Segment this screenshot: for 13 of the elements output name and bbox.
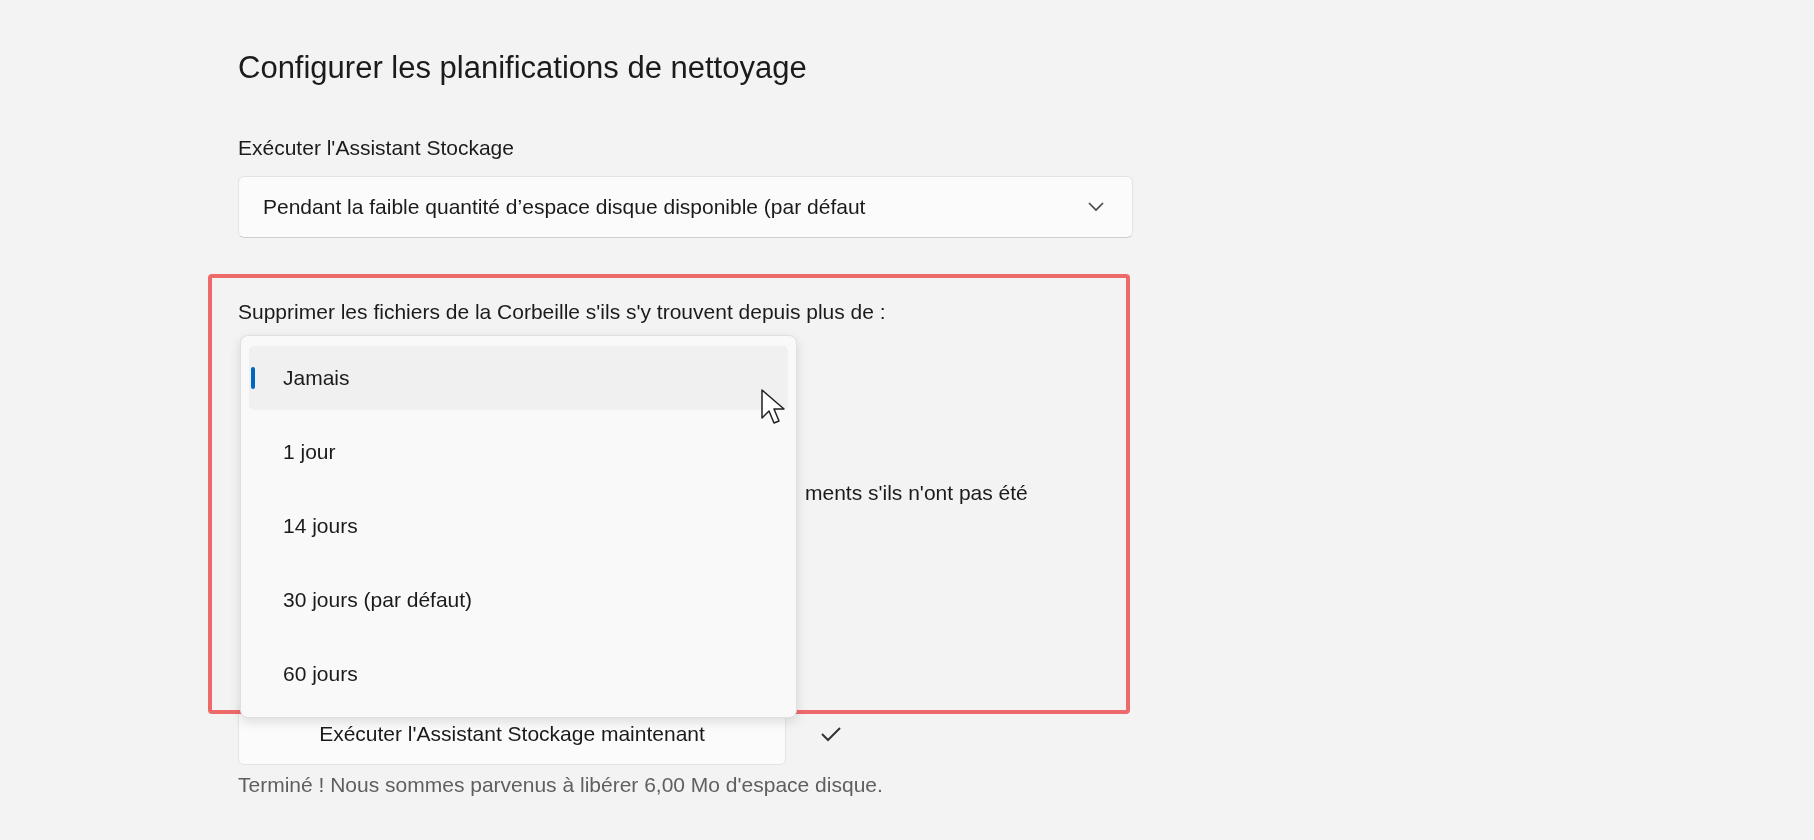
menu-item[interactable]: 1 jour bbox=[249, 420, 788, 484]
menu-item[interactable]: 30 jours (par défaut) bbox=[249, 568, 788, 632]
chevron-down-icon bbox=[1088, 202, 1104, 212]
status-text: Terminé ! Nous sommes parvenus à libérer 6,00 Mo d'espace disque. bbox=[238, 773, 883, 797]
checkmark-icon bbox=[820, 726, 842, 742]
field-label: Exécuter l'Assistant Stockage bbox=[238, 136, 514, 160]
menu-item[interactable]: Jamais bbox=[249, 346, 788, 410]
schedule-dropdown[interactable]: Pendant la faible quantité d’espace disque disponible (par défaut bbox=[238, 176, 1133, 238]
field-label: ments s'ils n'ont pas été bbox=[805, 481, 1028, 505]
field-label: Supprimer les fichiers de la Corbeille s'ils s'y trouvent depuis plus de : bbox=[238, 300, 886, 324]
section-title: Configurer les planifications de nettoyage bbox=[238, 50, 807, 86]
menu-item[interactable]: 60 jours bbox=[249, 642, 788, 706]
menu-item[interactable]: 14 jours bbox=[249, 494, 788, 558]
